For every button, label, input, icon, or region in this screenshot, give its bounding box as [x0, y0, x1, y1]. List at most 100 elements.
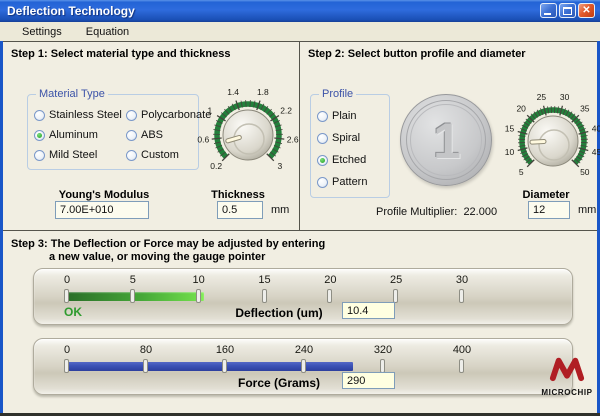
gauge-tick-label: 25 — [381, 274, 411, 286]
radio-button-icon[interactable] — [317, 133, 328, 144]
radio-label: Custom — [141, 149, 179, 161]
radio-button-icon[interactable] — [317, 177, 328, 188]
deflection-value-input[interactable] — [342, 302, 395, 319]
youngs-modulus-input[interactable] — [55, 201, 149, 219]
thickness-knob[interactable]: 0.20.611.41.82.22.63 — [195, 82, 301, 188]
radio-button-icon[interactable] — [126, 110, 137, 121]
step1-panel: Step 1: Select material type and thickne… — [3, 42, 300, 230]
main-content: Step 1: Select material type and thickne… — [0, 41, 600, 413]
radio-polycarbonate[interactable]: Polycarbonate — [126, 105, 198, 125]
diameter-knob[interactable]: 5101520253035404550 — [500, 88, 600, 194]
radio-button-icon[interactable] — [34, 110, 45, 121]
gauge-tick-label: 0 — [52, 344, 82, 356]
step1-title: Step 1: Select material type and thickne… — [11, 48, 230, 60]
material-type-groupbox: Material Type Stainless SteelPolycarbona… — [27, 94, 199, 170]
gauge-tick-mark — [222, 359, 227, 373]
deflection-gauge-label: Deflection (um) — [204, 306, 354, 320]
maximize-button[interactable] — [559, 3, 576, 18]
knob-tick-label: 3 — [277, 161, 282, 171]
radio-label: Pattern — [332, 176, 367, 188]
radio-etched[interactable]: Etched — [317, 149, 387, 171]
deflection-status: OK — [64, 305, 82, 319]
knob-tick-label: 10 — [505, 147, 515, 157]
radio-pattern[interactable]: Pattern — [317, 171, 387, 193]
radio-aluminum[interactable]: Aluminum — [34, 125, 126, 145]
material-type-options: Stainless Steel Polycarbonate Aluminum ABSM… — [34, 105, 196, 167]
diameter-unit: mm — [578, 204, 596, 216]
radio-label: Etched — [332, 154, 366, 166]
step3-title-line2: a new value, or moving the gauge pointer — [49, 251, 265, 263]
gauge-tick-mark — [380, 359, 385, 373]
radio-button-icon[interactable] — [126, 150, 137, 161]
gauge-tick-mark — [459, 359, 464, 373]
knob-tick-label: 30 — [560, 92, 570, 102]
diameter-label: Diameter — [516, 189, 576, 201]
menu-settings[interactable]: Settings — [12, 24, 72, 40]
step3-panel: Step 3: The Deflection or Force may be a… — [3, 232, 597, 413]
microchip-logo-text: MICROCHIP — [539, 388, 595, 397]
radio-stainless-steel[interactable]: Stainless Steel — [34, 105, 126, 125]
menu-equation[interactable]: Equation — [76, 24, 139, 40]
gauge-tick-label: 400 — [447, 344, 477, 356]
close-button[interactable]: ✕ — [578, 3, 595, 18]
radio-button-icon[interactable] — [34, 150, 45, 161]
radio-custom[interactable]: Custom — [126, 145, 198, 165]
radio-button-icon[interactable] — [317, 155, 328, 166]
radio-plain[interactable]: Plain — [317, 105, 387, 127]
top-row: Step 1: Select material type and thickne… — [3, 41, 597, 231]
gauge-tick-label: 0 — [52, 274, 82, 286]
force-gauge: 080160240320400 Force (Grams) — [33, 338, 573, 395]
gauge-tick-label: 10 — [184, 274, 214, 286]
radio-spiral[interactable]: Spiral — [317, 127, 387, 149]
profile-multiplier-value: 22.000 — [463, 206, 497, 218]
radio-abs[interactable]: ABS — [126, 125, 198, 145]
knob-tick-label: 5 — [519, 167, 524, 177]
radio-label: Spiral — [332, 132, 360, 144]
gauge-tick-mark — [143, 359, 148, 373]
maximize-icon — [563, 7, 572, 15]
thickness-input[interactable] — [217, 201, 263, 219]
deflection-gauge-bar[interactable] — [67, 292, 204, 301]
knob-body[interactable] — [223, 110, 273, 160]
material-type-legend: Material Type — [36, 88, 108, 100]
gauge-tick-mark — [327, 289, 332, 303]
diameter-input[interactable] — [528, 201, 570, 219]
gauge-tick-mark — [64, 359, 69, 373]
gauge-tick-label: 320 — [368, 344, 398, 356]
gauge-tick-mark — [459, 289, 464, 303]
gauge-tick-mark — [196, 289, 201, 303]
force-value-input[interactable] — [342, 372, 395, 389]
radio-button-icon[interactable] — [317, 111, 328, 122]
knob-tick-label: 1.8 — [257, 87, 269, 97]
radio-mild-steel[interactable]: Mild Steel — [34, 145, 126, 165]
close-icon: ✕ — [579, 4, 594, 17]
title-bar[interactable]: Deflection Technology ✕ — [0, 0, 600, 22]
gauge-tick-label: 15 — [250, 274, 280, 286]
knob-tick-label: 20 — [516, 103, 526, 113]
gauge-tick-mark — [301, 359, 306, 373]
thickness-label: Thickness — [208, 189, 268, 201]
radio-button-icon[interactable] — [34, 130, 45, 141]
gauge-tick-label: 80 — [131, 344, 161, 356]
force-gauge-label: Force (Grams) — [204, 376, 354, 390]
gauge-tick-mark — [393, 289, 398, 303]
profile-multiplier-label: Profile Multiplier: — [376, 206, 457, 218]
profile-multiplier: Profile Multiplier: 22.000 — [376, 206, 497, 218]
gauge-tick-label: 160 — [210, 344, 240, 356]
minimize-button[interactable] — [540, 3, 557, 18]
radio-label: Aluminum — [49, 129, 98, 141]
radio-button-icon[interactable] — [126, 130, 137, 141]
menu-bar: Settings Equation — [0, 22, 600, 41]
knob-tick-label: 15 — [505, 124, 515, 134]
knob-tick-label: 25 — [537, 92, 547, 102]
thickness-unit: mm — [271, 204, 289, 216]
knob-tick-label: 45 — [592, 147, 600, 157]
step3-title-line1: Step 3: The Deflection or Force may be a… — [11, 238, 325, 250]
gauge-tick-label: 30 — [447, 274, 477, 286]
knob-tick-label: 0.6 — [197, 134, 209, 144]
minimize-icon — [544, 13, 551, 15]
knob-tick-label: 2.2 — [280, 105, 292, 115]
force-gauge-bar[interactable] — [67, 362, 353, 371]
knob-pointer[interactable] — [532, 141, 544, 142]
radio-label: Stainless Steel — [49, 109, 122, 121]
